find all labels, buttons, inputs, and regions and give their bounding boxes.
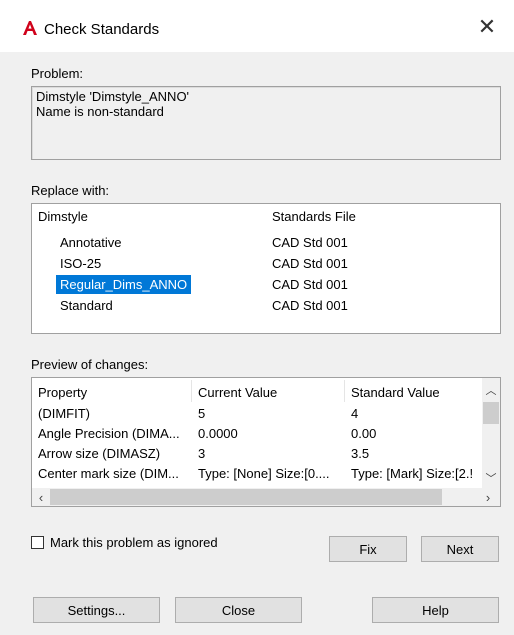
- table-cell-property: Center mark size (DIM...: [38, 466, 179, 481]
- problem-text-box: Dimstyle 'Dimstyle_ANNO' Name is non-sta…: [31, 86, 501, 160]
- replace-with-list[interactable]: Dimstyle Standards File Annotative CAD S…: [31, 203, 501, 334]
- replace-with-label: Replace with:: [31, 183, 110, 198]
- list-item-name[interactable]: ISO-25: [60, 254, 101, 273]
- preview-table[interactable]: Property Current Value Standard Value (D…: [31, 377, 501, 507]
- problem-line-1: Dimstyle 'Dimstyle_ANNO': [36, 89, 190, 104]
- column-header-standard-value[interactable]: Standard Value: [351, 385, 440, 400]
- table-cell-standard: 4: [351, 406, 359, 421]
- vertical-scrollbar[interactable]: ︿ ﹀: [482, 378, 500, 488]
- table-cell-current: 5: [198, 406, 206, 421]
- vertical-scroll-thumb[interactable]: [483, 402, 499, 424]
- window-title: Check Standards: [44, 21, 160, 38]
- table-cell-standard: Type: [Mark] Size:[2.!: [351, 466, 474, 481]
- scroll-up-icon[interactable]: ︿: [483, 382, 499, 398]
- help-button[interactable]: Help: [372, 597, 499, 623]
- list-item-file: CAD Std 001: [272, 277, 348, 292]
- scroll-left-icon[interactable]: ‹: [33, 490, 49, 505]
- table-cell-current: Type: [None] Size:[0....: [198, 466, 330, 481]
- ignore-problem-checkbox[interactable]: [31, 536, 44, 549]
- problem-line-2: Name is non-standard: [36, 104, 164, 119]
- table-cell-standard: 3.5: [351, 446, 370, 461]
- table-cell-property: Arrow size (DIMASZ): [38, 446, 161, 461]
- close-button[interactable]: Close: [175, 597, 302, 623]
- title-bar: Check Standards ✕: [0, 0, 514, 52]
- column-header-standards-file[interactable]: Standards File: [272, 209, 356, 224]
- horizontal-scrollbar[interactable]: ‹ ›: [32, 488, 500, 506]
- fix-button[interactable]: Fix: [329, 536, 407, 562]
- horizontal-scroll-thumb[interactable]: [50, 489, 442, 505]
- settings-button[interactable]: Settings...: [33, 597, 160, 623]
- column-divider[interactable]: [344, 380, 345, 402]
- table-cell-standard: 0.00: [351, 426, 377, 441]
- table-cell-current: 3: [198, 446, 206, 461]
- autocad-app-icon: [22, 20, 38, 36]
- column-header-dimstyle[interactable]: Dimstyle: [38, 209, 88, 224]
- list-item-name[interactable]: Standard: [60, 296, 113, 315]
- problem-label: Problem:: [31, 66, 84, 81]
- scroll-right-icon[interactable]: ›: [480, 490, 496, 505]
- table-cell-property: Angle Precision (DIMA...: [38, 426, 180, 441]
- column-header-property[interactable]: Property: [38, 385, 87, 400]
- next-button[interactable]: Next: [421, 536, 499, 562]
- list-item-file: CAD Std 001: [272, 298, 348, 313]
- list-item-file: CAD Std 001: [272, 256, 348, 271]
- list-item-name[interactable]: Annotative: [60, 233, 121, 252]
- table-cell-current: 0.0000: [198, 426, 238, 441]
- check-standards-dialog: Check Standards ✕ Problem: Dimstyle 'Dim…: [0, 0, 514, 635]
- ignore-problem-label[interactable]: Mark this problem as ignored: [50, 535, 218, 550]
- column-divider[interactable]: [191, 380, 192, 402]
- table-cell-property: (DIMFIT): [38, 406, 90, 421]
- preview-label: Preview of changes:: [31, 357, 149, 372]
- list-item-file: CAD Std 001: [272, 235, 348, 250]
- list-item-name-selected[interactable]: Regular_Dims_ANNO: [56, 275, 192, 294]
- column-header-current-value[interactable]: Current Value: [198, 385, 277, 400]
- close-icon[interactable]: ✕: [476, 16, 498, 38]
- scroll-down-icon[interactable]: ﹀: [483, 470, 499, 486]
